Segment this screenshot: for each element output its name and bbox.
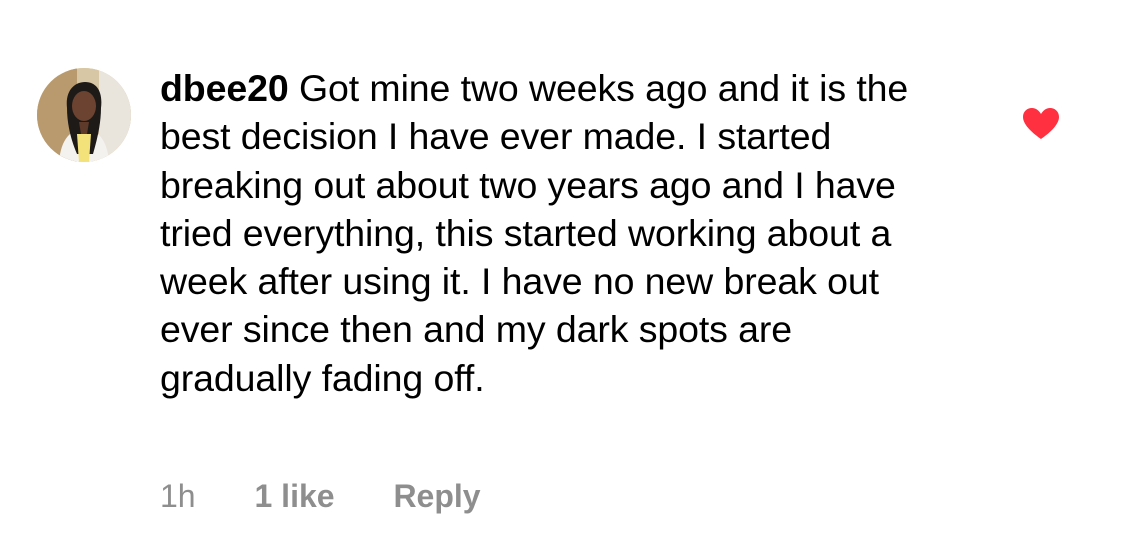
- comment-meta: 1h 1 like Reply: [160, 476, 481, 516]
- comment-text: Got mine two weeks ago and it is the bes…: [160, 67, 909, 399]
- avatar[interactable]: [37, 68, 131, 162]
- reply-button[interactable]: Reply: [393, 476, 480, 516]
- comment-body: dbee20 Got mine two weeks ago and it is …: [160, 64, 950, 402]
- timestamp: 1h: [160, 478, 196, 514]
- username-link[interactable]: dbee20: [160, 67, 289, 109]
- comment: dbee20 Got mine two weeks ago and it is …: [0, 0, 1125, 560]
- likes-count[interactable]: 1 like: [254, 476, 334, 516]
- heart-icon[interactable]: [1021, 106, 1061, 140]
